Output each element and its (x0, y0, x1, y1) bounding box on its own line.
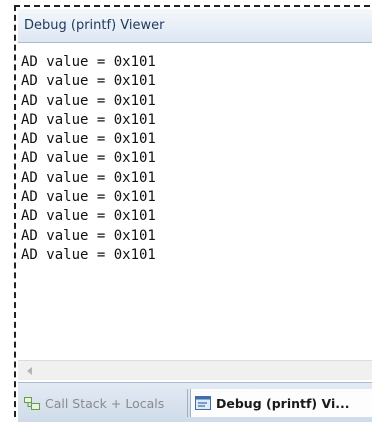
output-line: AD value = 0x101 (21, 150, 156, 167)
tab-debug-printf-viewer[interactable]: Debug (printf) Vi... (190, 389, 372, 417)
horizontal-scrollbar[interactable] (18, 360, 372, 380)
output-line: AD value = 0x101 (21, 54, 156, 70)
output-line: AD value = 0x101 (21, 246, 156, 263)
output-line: AD value = 0x101 (21, 189, 156, 206)
tab-label: Debug (printf) Vi... (216, 395, 350, 411)
tab-call-stack-locals[interactable]: Call Stack + Locals (21, 389, 188, 417)
bottom-tab-strip: Call Stack + Locals Debug (printf) Vi... (18, 382, 372, 422)
window-titlebar: Debug (printf) Viewer (18, 9, 372, 43)
output-line: AD value = 0x101 (21, 73, 156, 90)
call-stack-icon (24, 397, 40, 410)
output-line: AD value = 0x101 (21, 208, 156, 225)
output-line: AD value = 0x101 (21, 227, 156, 244)
output-line: AD value = 0x101 (21, 111, 156, 128)
output-line: AD value = 0x101 (21, 92, 156, 109)
debug-printf-icon (195, 396, 211, 410)
window-title: Debug (printf) Viewer (24, 18, 165, 33)
output-text-area[interactable]: AD value = 0x101 AD value = 0x101 AD val… (18, 44, 372, 359)
debug-printf-viewer-window: Debug (printf) Viewer AD value = 0x101 A… (14, 5, 372, 422)
scroll-left-arrow-icon[interactable] (27, 367, 32, 375)
output-line: AD value = 0x101 (21, 169, 156, 186)
output-line: AD value = 0x101 (21, 131, 156, 148)
tab-label: Call Stack + Locals (45, 395, 165, 411)
